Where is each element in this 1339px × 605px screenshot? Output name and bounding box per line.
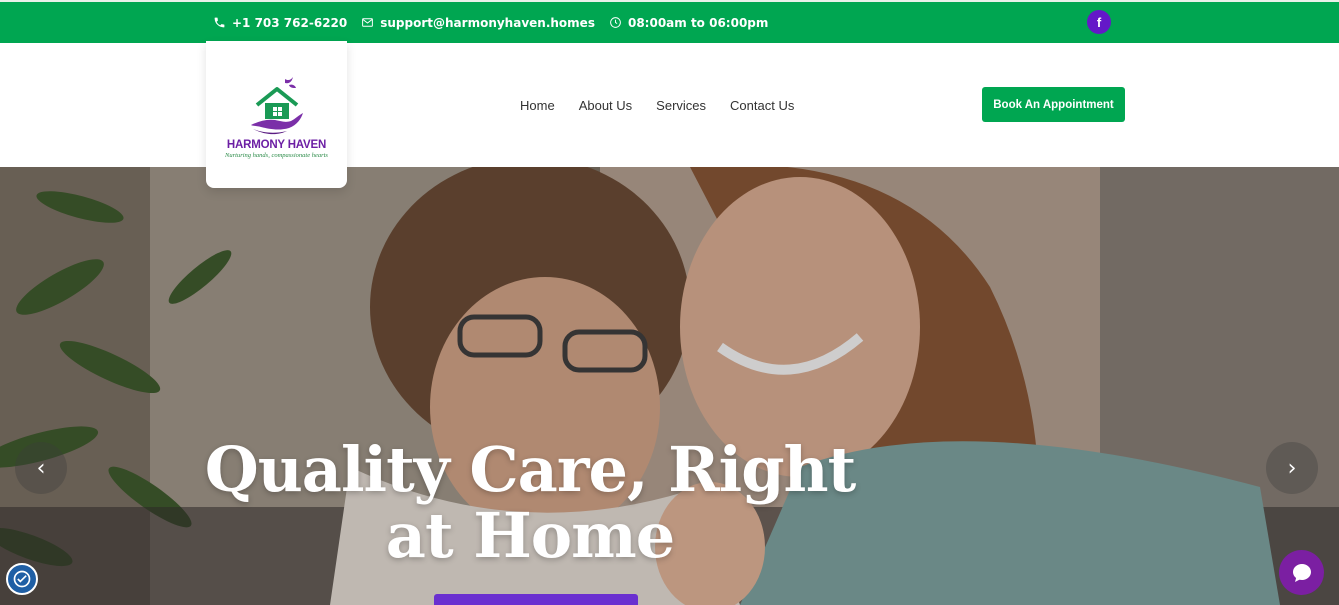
chevron-left-icon[interactable]: ‹ [15,442,67,494]
book-appointment-button[interactable]: Book An Appointment [982,87,1125,122]
mail-icon [362,18,374,27]
nav-about-us[interactable]: About Us [579,98,632,113]
hero-title: Quality Care, Right at Home [200,437,860,569]
nav-services[interactable]: Services [656,98,706,113]
facebook-glyph: f [1096,14,1102,30]
chat-glyph [1292,563,1311,582]
nav-home[interactable]: Home [520,98,555,113]
email-text: support@harmonyhaven.homes [380,15,595,30]
nav-contact-us[interactable]: Contact Us [730,98,794,113]
clock-icon [610,17,621,28]
hero-title-line2: at Home [385,499,675,572]
email-item[interactable]: support@harmonyhaven.homes [361,16,595,30]
logo-name: HARMONY HAVEN [226,138,327,151]
hours-text: 08:00am to 06:00pm [627,15,769,30]
chevron-right-icon[interactable]: › [1266,442,1318,494]
phone-item[interactable]: +1 703 762-6220 [213,16,347,30]
facebook-icon[interactable]: f [1087,10,1111,34]
phone-icon [214,17,225,28]
accessibility-glyph [13,570,31,588]
logo[interactable]: HARMONY HAVEN Nurturing hands, compassio… [206,41,347,188]
chat-icon[interactable] [1279,550,1324,595]
house-hand-logo-icon [250,76,303,134]
hero-slider: ‹ › Quality Care, Right at Home [0,167,1339,605]
hero-cta-button[interactable] [434,594,638,605]
hero-title-line1: Quality Care, Right [204,433,857,506]
contact-info: +1 703 762-6220 support@harmonyhaven.hom… [213,2,768,43]
logo-tagline: Nurturing hands, compassionate hearts [225,151,328,159]
hours-item: 08:00am to 06:00pm [609,16,768,30]
accessibility-icon[interactable] [6,563,38,595]
main-nav: Home About Us Services Contact Us [520,43,794,167]
top-contact-bar: +1 703 762-6220 support@harmonyhaven.hom… [0,0,1339,43]
prev-glyph: ‹ [36,455,46,481]
site-header: Home About Us Services Contact Us Book A… [0,43,1339,167]
phone-text: +1 703 762-6220 [232,15,348,30]
next-glyph: › [1287,455,1297,481]
